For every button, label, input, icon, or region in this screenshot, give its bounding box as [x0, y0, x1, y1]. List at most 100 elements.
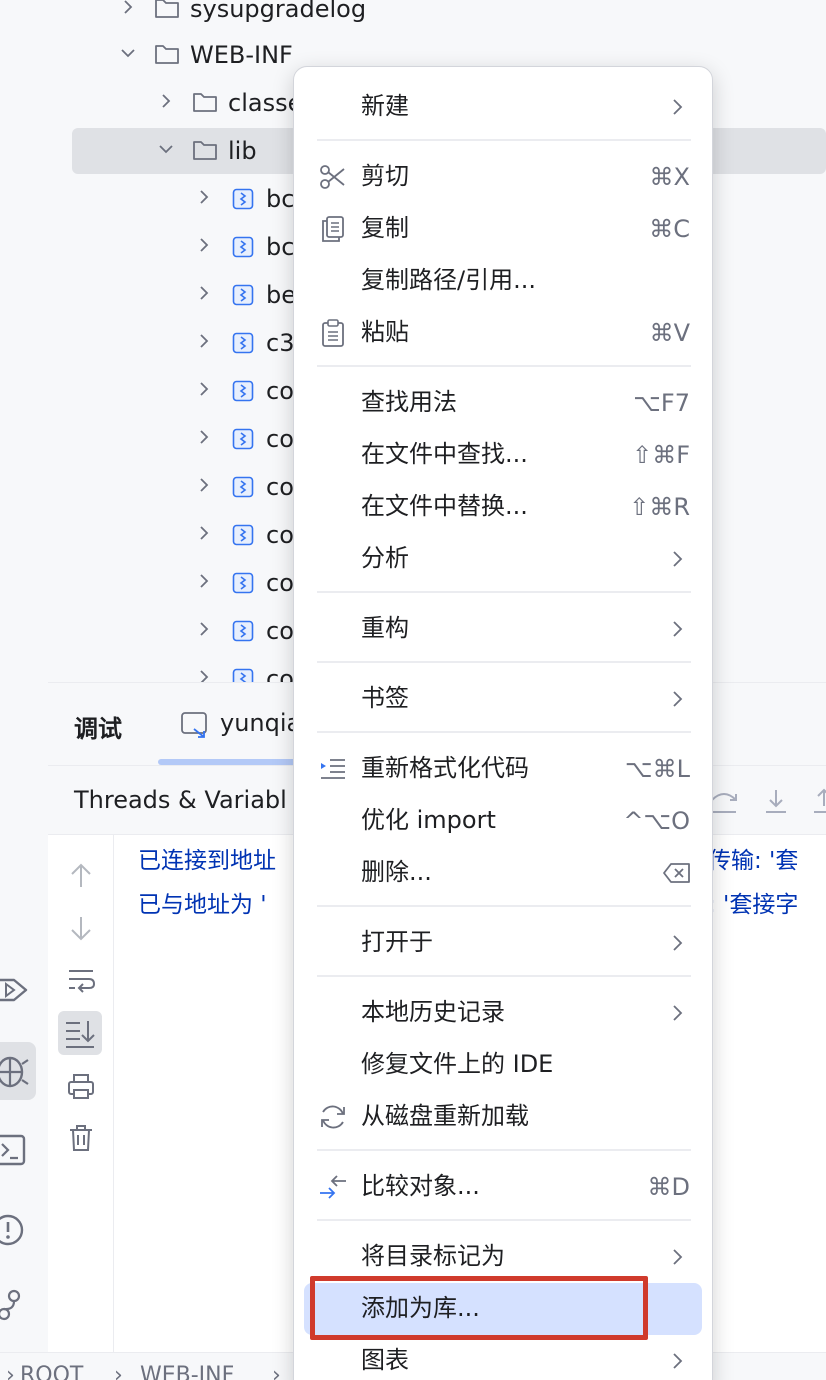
- breadcrumb-item[interactable]: WEB-INF: [140, 1363, 234, 1380]
- chevron-right-icon[interactable]: [196, 477, 212, 493]
- tool-window-strip: [0, 940, 48, 1380]
- chevron-right-icon[interactable]: [196, 333, 212, 349]
- tree-label: bc: [266, 185, 295, 213]
- chevron-right-icon: [670, 550, 684, 568]
- tree-label: be: [266, 281, 296, 309]
- folder-icon: [154, 0, 180, 19]
- compare-icon: [318, 1173, 348, 1201]
- step-over-icon[interactable]: [710, 788, 738, 816]
- menu-item-bookmarks[interactable]: 书签: [304, 673, 702, 725]
- menu-item-label: 复制路径/引用...: [361, 266, 536, 294]
- chevron-right-icon[interactable]: [158, 93, 174, 109]
- menu-item-new[interactable]: 新建: [304, 81, 702, 133]
- tree-label: WEB-INF: [190, 41, 293, 69]
- chevron-right-icon[interactable]: [196, 525, 212, 541]
- jar-icon: [232, 476, 254, 498]
- menu-item-optimize-imports[interactable]: 优化 import ^⌥O: [304, 795, 702, 847]
- menu-item-shortcut: ⌘D: [647, 1173, 690, 1201]
- menu-item-paste[interactable]: 粘贴 ⌘V: [304, 307, 702, 359]
- menu-separator: [317, 365, 691, 367]
- menu-item-find-in-files[interactable]: 在文件中查找... ⇧⌘F: [304, 429, 702, 481]
- menu-item-delete[interactable]: 删除...: [304, 847, 702, 899]
- menu-item-label: 修复文件上的 IDE: [361, 1050, 554, 1078]
- chevron-right-icon[interactable]: [196, 237, 212, 253]
- debug-icon[interactable]: [0, 1042, 36, 1100]
- breadcrumb-item[interactable]: ROOT: [20, 1363, 83, 1380]
- tree-label: lib: [228, 137, 257, 165]
- menu-item-copy-path[interactable]: 复制路径/引用...: [304, 255, 702, 307]
- menu-item-label: 在文件中替换...: [361, 492, 528, 520]
- arrow-up-icon[interactable]: [66, 861, 96, 891]
- chevron-right-icon[interactable]: [196, 573, 212, 589]
- menu-item-label: 剪切: [361, 162, 409, 190]
- breadcrumb-separator: ›: [114, 1363, 123, 1380]
- menu-item-reformat-code[interactable]: 重新格式化代码 ⌥⌘L: [304, 743, 702, 795]
- problems-icon[interactable]: [0, 1212, 30, 1248]
- reformat-icon: [318, 755, 348, 783]
- folder-icon: [154, 43, 180, 65]
- menu-item-diagrams[interactable]: 图表: [304, 1335, 702, 1380]
- tree-row-sysupgradelog[interactable]: sysupgradelog: [72, 0, 826, 32]
- run-icon[interactable]: [0, 972, 30, 1008]
- step-into-icon[interactable]: [762, 788, 790, 816]
- trash-icon[interactable]: [66, 1123, 96, 1153]
- step-out-icon[interactable]: [810, 788, 826, 816]
- clipboard-icon: [318, 319, 348, 347]
- menu-item-shortcut: ⇧⌘R: [629, 493, 690, 521]
- chevron-right-icon: [670, 1248, 684, 1266]
- chevron-down-icon[interactable]: [158, 141, 174, 157]
- scroll-to-end-icon[interactable]: [58, 1011, 102, 1055]
- git-icon[interactable]: [0, 1286, 30, 1322]
- menu-item-copy[interactable]: 复制 ⌘C: [304, 203, 702, 255]
- arrow-down-icon[interactable]: [66, 913, 96, 943]
- menu-item-replace-in-files[interactable]: 在文件中替换... ⇧⌘R: [304, 481, 702, 533]
- menu-item-find-usages[interactable]: 查找用法 ⌥F7: [304, 377, 702, 429]
- menu-item-label: 分析: [361, 544, 409, 572]
- jar-icon: [232, 572, 254, 594]
- menu-item-local-history[interactable]: 本地历史记录: [304, 987, 702, 1039]
- chevron-right-icon[interactable]: [120, 0, 136, 15]
- run-config-label: yunqia: [220, 709, 302, 737]
- soft-wrap-icon[interactable]: [66, 965, 96, 995]
- chevron-right-icon[interactable]: [196, 669, 212, 682]
- chevron-right-icon[interactable]: [196, 381, 212, 397]
- tree-label: co: [266, 377, 294, 405]
- menu-item-cut[interactable]: 剪切 ⌘X: [304, 151, 702, 203]
- jar-icon: [232, 380, 254, 402]
- tree-label: co: [266, 425, 294, 453]
- chevron-right-icon[interactable]: [196, 621, 212, 637]
- menu-item-label: 重新格式化代码: [361, 754, 529, 782]
- tab-debug[interactable]: 调试: [74, 709, 122, 744]
- menu-item-reload-from-disk[interactable]: 从磁盘重新加载: [304, 1091, 702, 1143]
- run-config-icon: [180, 711, 210, 739]
- threads-variables-tab[interactable]: Threads & Variabl: [74, 786, 287, 814]
- chevron-right-icon: [670, 934, 684, 952]
- menu-item-label: 本地历史记录: [361, 998, 505, 1026]
- chevron-right-icon[interactable]: [196, 189, 212, 205]
- scissors-icon: [318, 163, 348, 191]
- menu-item-label: 查找用法: [361, 388, 457, 416]
- menu-item-label: 优化 import: [361, 806, 496, 834]
- menu-item-compare-with[interactable]: 比较对象... ⌘D: [304, 1161, 702, 1213]
- console-line-start: 已连接到地址: [138, 848, 276, 874]
- tree-label: c3: [266, 329, 295, 357]
- print-icon[interactable]: [66, 1071, 96, 1101]
- terminal-icon[interactable]: [0, 1132, 30, 1168]
- menu-item-shortcut: ^⌥O: [623, 807, 690, 835]
- menu-item-refactor[interactable]: 重构: [304, 603, 702, 655]
- folder-icon: [192, 139, 218, 161]
- chevron-right-icon[interactable]: [196, 429, 212, 445]
- menu-item-repair-ide[interactable]: 修复文件上的 IDE: [304, 1039, 702, 1091]
- menu-item-open-in[interactable]: 打开于: [304, 917, 702, 969]
- menu-item-analyze[interactable]: 分析: [304, 533, 702, 585]
- jar-icon: [232, 620, 254, 642]
- annotation-highlight-box: [310, 1276, 648, 1340]
- jar-icon: [232, 332, 254, 354]
- chevron-right-icon[interactable]: [196, 285, 212, 301]
- tree-label: bc: [266, 233, 295, 261]
- jar-icon: [232, 668, 254, 682]
- chevron-right-icon: [670, 1004, 684, 1022]
- chevron-down-icon[interactable]: [120, 45, 136, 61]
- chevron-right-icon: [670, 620, 684, 638]
- jar-icon: [232, 284, 254, 306]
